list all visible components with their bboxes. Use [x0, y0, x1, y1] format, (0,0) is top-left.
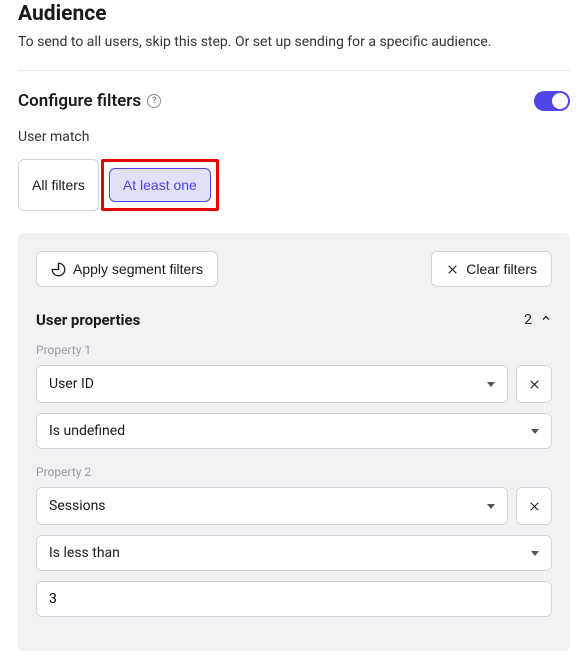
caret-down-icon	[531, 429, 539, 434]
user-match-label: User match	[18, 129, 570, 145]
property-label: Property 1	[36, 343, 552, 357]
remove-property-button[interactable]	[516, 487, 552, 525]
page-description: To send to all users, skip this step. Or…	[18, 34, 570, 50]
property-field-value: Sessions	[49, 498, 106, 514]
property-block: Property 2 Sessions Is less than	[36, 465, 552, 617]
caret-down-icon	[487, 504, 495, 509]
page-title: Audience	[18, 2, 570, 26]
divider	[18, 70, 570, 71]
caret-down-icon	[531, 551, 539, 556]
configure-filters-label: Configure filters	[18, 91, 141, 111]
help-icon[interactable]: ?	[147, 94, 161, 108]
property-operator-select[interactable]: Is less than	[36, 535, 552, 571]
apply-segment-filters-button[interactable]: Apply segment filters	[36, 251, 218, 287]
caret-down-icon	[487, 382, 495, 387]
all-filters-button[interactable]: All filters	[18, 159, 99, 211]
filters-panel: Apply segment filters Clear filters User…	[18, 233, 570, 651]
close-icon	[446, 263, 459, 276]
configure-filters-toggle[interactable]	[534, 91, 570, 111]
property-value-input[interactable]	[36, 581, 552, 617]
clear-filters-button[interactable]: Clear filters	[431, 251, 552, 287]
remove-property-button[interactable]	[516, 365, 552, 403]
pie-chart-icon	[51, 262, 66, 277]
operator-value: Is undefined	[49, 423, 125, 439]
at-least-one-button[interactable]: At least one	[109, 168, 211, 202]
close-icon	[528, 378, 541, 391]
operator-value: Is less than	[49, 545, 120, 561]
highlight-box: At least one	[101, 159, 219, 211]
property-field-select[interactable]: Sessions	[36, 487, 508, 525]
property-operator-select[interactable]: Is undefined	[36, 413, 552, 449]
property-label: Property 2	[36, 465, 552, 479]
close-icon	[528, 500, 541, 513]
user-match-segmented: All filters At least one	[18, 159, 570, 211]
apply-segment-label: Apply segment filters	[73, 261, 203, 277]
user-properties-title: User properties	[36, 311, 140, 329]
user-properties-count: 2	[524, 312, 532, 328]
user-properties-header[interactable]: User properties 2	[36, 311, 552, 329]
property-field-value: User ID	[49, 376, 94, 392]
configure-filters-row: Configure filters ?	[18, 91, 570, 111]
clear-filters-label: Clear filters	[466, 261, 537, 277]
property-field-select[interactable]: User ID	[36, 365, 508, 403]
chevron-up-icon	[540, 312, 552, 328]
property-block: Property 1 User ID Is undefined	[36, 343, 552, 449]
